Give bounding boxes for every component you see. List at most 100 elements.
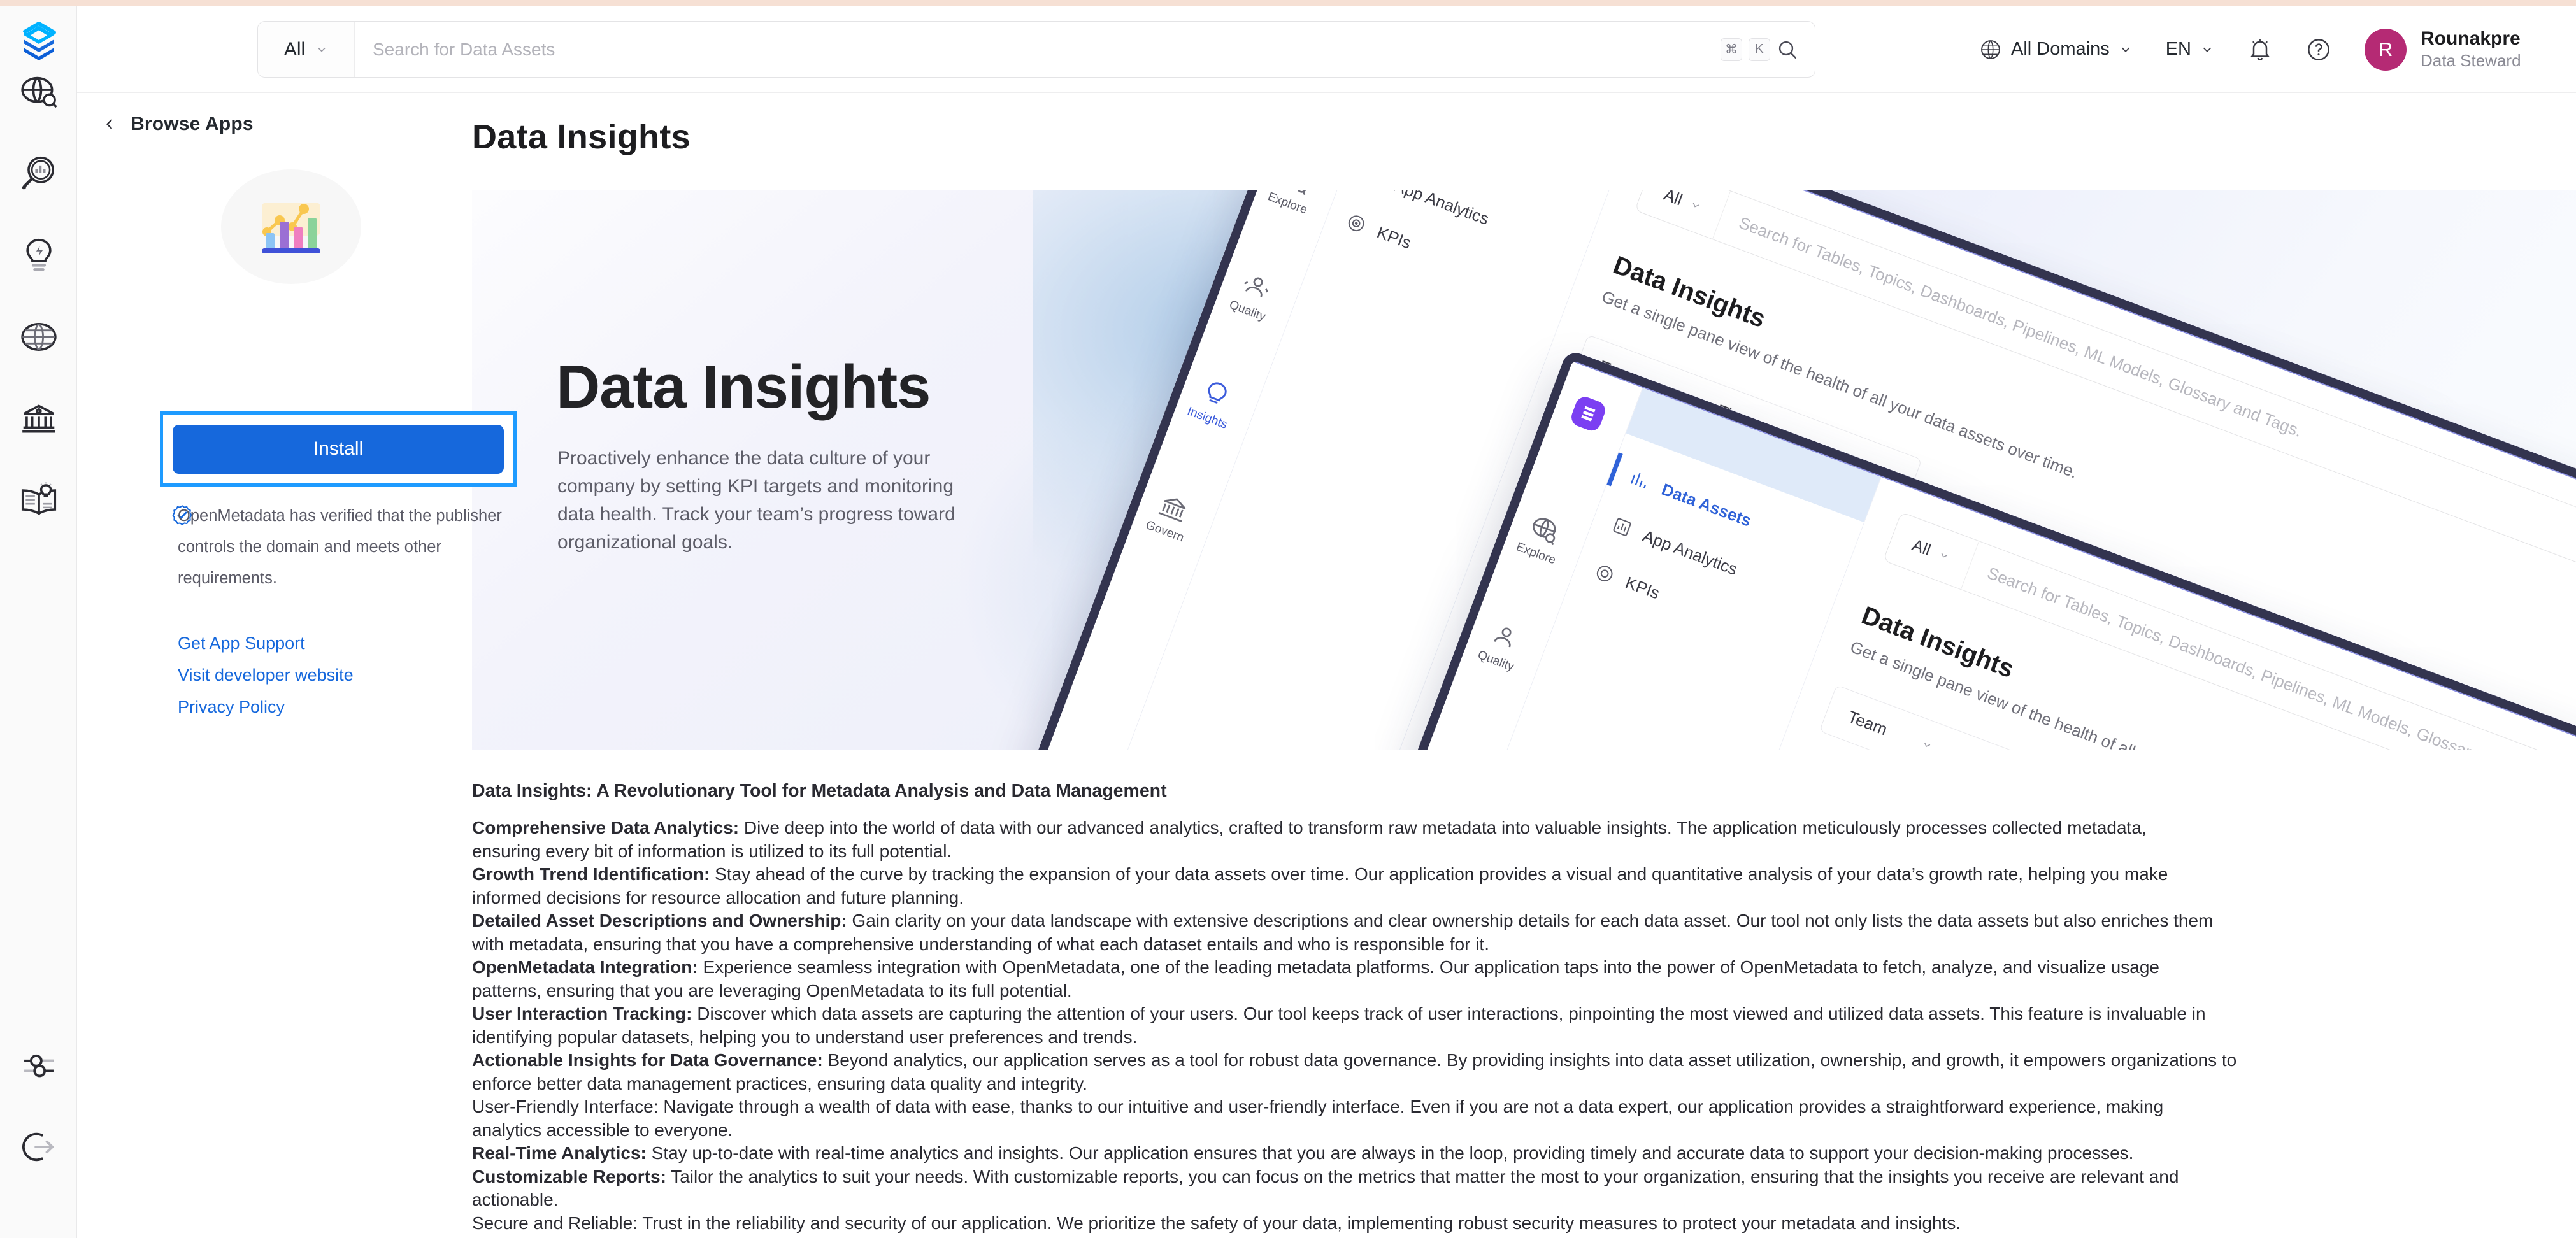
mock-nav-label: Data Assets [1659,479,1754,530]
mock-rail-explore: Explore [1494,502,1589,576]
quality-icon [1244,277,1268,297]
description-title: User Interaction Tracking: [472,1004,692,1023]
description-paragraph: User Interaction Tracking: Discover whic… [472,1002,2576,1026]
domains-selector[interactable]: All Domains [1963,6,2149,93]
description-paragraph-cont: ensuring every bit of information is uti… [472,841,952,861]
description-paragraph: Growth Trend Identification: Stay ahead … [472,863,2576,886]
description-body: Discover which data assets are capturing… [692,1004,2206,1023]
app-info-panel: Browse Apps Install OpenMetadata has ver… [77,93,517,1238]
user-profile-chip[interactable]: R Rounakpre Data Steward [2348,28,2521,71]
chevron-down-icon [1941,553,1948,558]
search-scope-label: All [283,38,306,60]
page-title: Data Insights [472,118,691,156]
user-name: Rounakpre [2421,28,2521,49]
kbd-cmd: ⌘ [1721,38,1742,61]
book-lightbulb-icon [21,482,56,516]
description-paragraph-cont: analytics accessible to everyone. [472,1120,733,1140]
sidebar-item-domains[interactable] [0,296,77,378]
mock-nav-label: KPIs [1374,222,1414,253]
target-icon [1596,566,1613,582]
search-scope-dropdown[interactable]: All [258,22,355,77]
chevron-left-icon [106,119,112,129]
kbd-k: K [1749,38,1770,61]
magnifier-chart-icon [21,156,54,190]
app-links: Get App Support Visit developer website … [178,628,354,723]
description-paragraph-cont: informed decisions for resource allocati… [472,887,964,907]
sidebar-item-explore[interactable] [0,52,77,133]
mock-nav-label: App Analytics [1640,525,1740,579]
get-app-support-link[interactable]: Get App Support [178,628,305,659]
notifications-button[interactable] [2231,6,2289,93]
mock-scope-label: All [1661,190,1685,209]
analytics-icon [1613,518,1631,536]
description-paragraph-cont: identifying popular datasets, helping yo… [472,1027,1138,1047]
globe-icon [1981,39,2000,59]
target-icon [1348,215,1364,232]
help-button[interactable] [2289,6,2348,93]
publisher-verified-text: OpenMetadata has verified that the publi… [178,507,502,587]
description-title: Growth Trend Identification: [472,864,710,884]
install-button[interactable]: Install [173,424,504,474]
description-paragraph: Secure and Reliable: Trust in the reliab… [472,1213,1961,1233]
bank-icon [22,404,55,433]
mock-rail-quality: Quality [1205,259,1301,332]
main-content: Data Insights Data Insights Proactively … [440,93,2576,1238]
description-title: Real-Time Analytics: [472,1143,647,1163]
visit-developer-website-link[interactable]: Visit developer website [178,660,354,691]
description-paragraph: Actionable Insights for Data Governance:… [472,1049,2576,1072]
description-paragraph-cont: enforce better data management practices… [472,1073,1088,1093]
sidebar-item-logout[interactable] [0,1106,77,1188]
mock-nav-item-kpis: KPIs [1343,210,1414,253]
bar-chart-app-icon [262,203,320,253]
bell-icon [2250,39,2270,60]
description-body: Gain clarity on your data landscape with… [847,911,2214,930]
mock-nav-item-kpis: KPIs [1592,560,1663,603]
global-search[interactable]: All ⌘ K [257,21,1815,78]
chart-icon [1630,473,1646,489]
globe-icon [20,323,57,351]
globe-search-icon [20,76,57,108]
language-selector[interactable]: EN [2149,6,2231,93]
description-body: Beyond analytics, our application serves… [822,1050,2237,1070]
mock-filter-team: Team [1845,706,1891,739]
app-description: Data Insights: A Revolutionary Tool for … [472,779,2576,1235]
description-title: Actionable Insights for Data Governance: [472,1050,823,1070]
left-icon-rail [0,6,77,1238]
mock-nav-label: KPIs [1622,572,1663,603]
search-icon[interactable] [1777,39,1798,60]
description-title: OpenMetadata Integration: [472,957,698,977]
description-paragraph: OpenMetadata Integration: Experience sea… [472,956,2576,979]
sidebar-item-govern[interactable] [0,378,77,459]
app-icon [221,169,361,284]
avatar: R [2365,28,2407,71]
description-title: Comprehensive Data Analytics: [472,818,740,837]
mock-search-scope: All [1884,512,1980,590]
privacy-policy-link[interactable]: Privacy Policy [178,692,285,723]
mock-rail-insights: Insights [1165,366,1261,440]
search-actions: ⌘ K [1721,22,1815,77]
sidebar-item-observability[interactable] [0,133,77,215]
globe-search-icon [1533,518,1556,546]
app-banner: Data Insights Proactively enhance the da… [472,190,2576,750]
user-role: Data Steward [2421,51,2521,70]
mock-rail-govern: Govern [1123,480,1219,553]
search-input[interactable] [355,22,1721,77]
sidebar-item-settings[interactable] [0,1025,77,1106]
mock-rail-quality: Quality [1454,609,1549,683]
sidebar-item-insights[interactable] [0,215,77,296]
description-body: Experience seamless integration with Ope… [698,957,2159,977]
chevron-down-icon [1924,742,1930,747]
mock-logo [1543,383,1633,444]
banner-title: Data Insights [556,353,931,421]
browse-apps-label: Browse Apps [131,113,254,134]
browse-apps-back-link[interactable]: Browse Apps [103,113,254,135]
description-paragraph: Real-Time Analytics: Stay up-to-date wit… [472,1142,2576,1165]
sidebar-item-glossary[interactable] [0,459,77,541]
chevron-down-icon [2121,47,2129,52]
user-meta: Rounakpre Data Steward [2421,28,2521,71]
description-paragraph-cont: with metadata, ensuring that you have a … [472,934,1489,954]
description-body: Tailor the analytics to suit your needs.… [666,1166,2179,1186]
description-lead: Data Insights: A Revolutionary Tool for … [472,781,1167,801]
lightbulb-bolt-icon [25,238,52,271]
domains-label: All Domains [2011,39,2110,59]
